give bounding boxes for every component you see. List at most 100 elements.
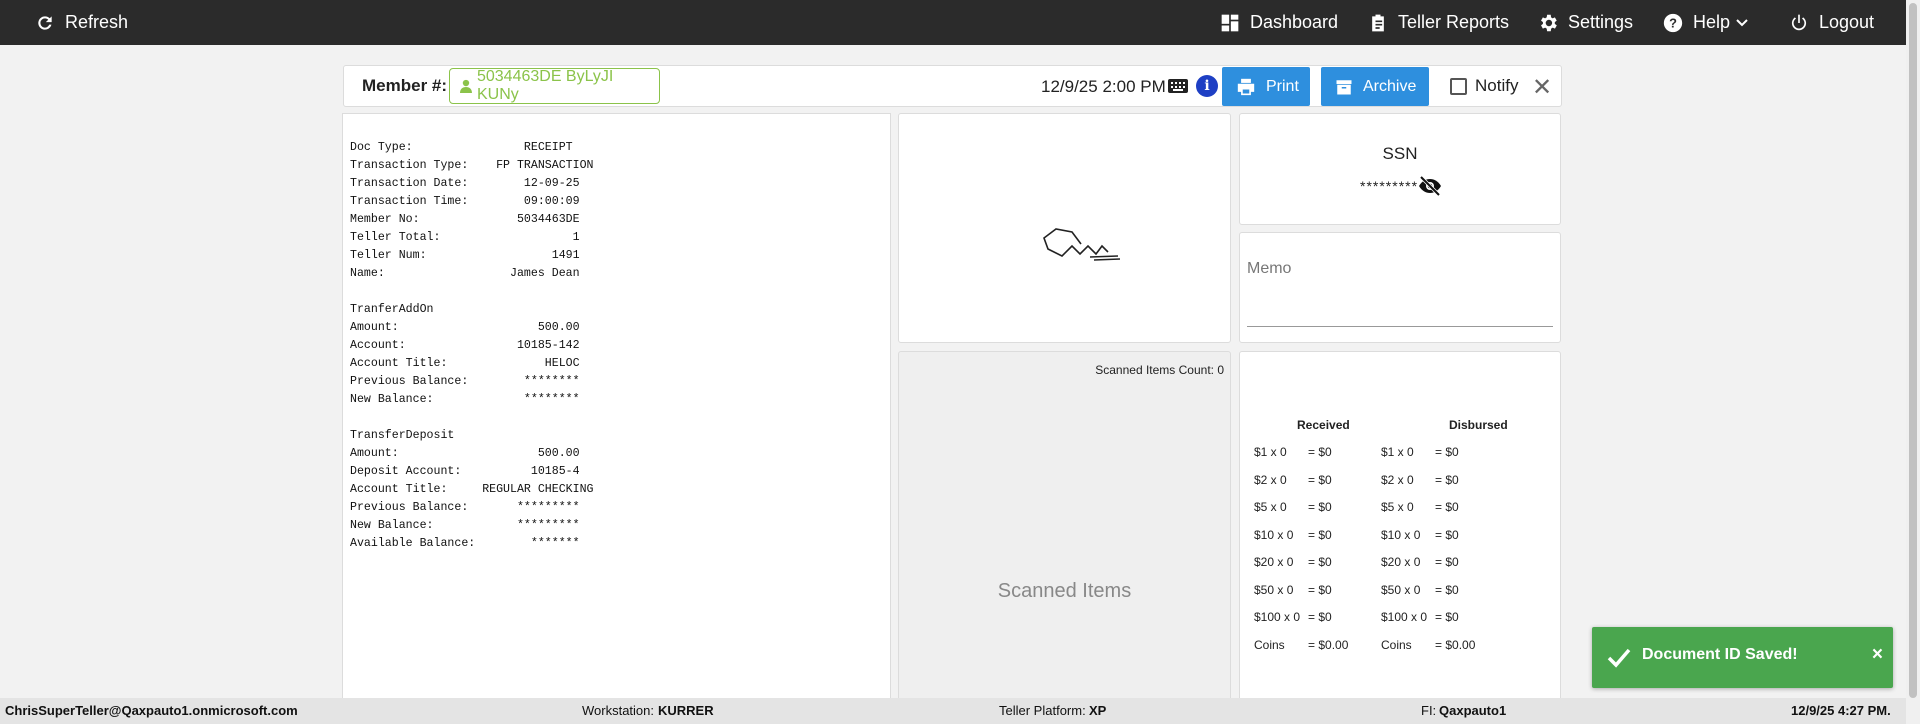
memo-panel: Memo: [1239, 232, 1561, 343]
memo-input[interactable]: [1247, 326, 1553, 327]
received-denomination: $50 x 0: [1254, 582, 1294, 597]
check-icon: [1607, 646, 1631, 673]
settings-label: Settings: [1568, 12, 1634, 32]
logout-label: Logout: [1819, 12, 1875, 32]
print-button[interactable]: Print: [1222, 67, 1310, 106]
received-amount: = $0: [1308, 472, 1332, 487]
disbursed-denomination: $50 x 0: [1381, 582, 1421, 597]
help-menu[interactable]: ? Help: [1661, 0, 1748, 45]
received-denomination: $10 x 0: [1254, 527, 1294, 542]
printer-icon: [1237, 78, 1255, 95]
dashboard-label: Dashboard: [1250, 12, 1339, 32]
archive-button[interactable]: Archive: [1321, 67, 1429, 106]
notify-checkbox[interactable]: Notify: [1450, 76, 1518, 96]
scanned-items-count: Scanned Items Count: 0: [1095, 363, 1224, 377]
workstation-label: Workstation:: [582, 703, 655, 718]
disbursed-amount: = $0: [1435, 610, 1459, 624]
received-amount: = $0: [1308, 445, 1332, 459]
archive-label: Archive: [1363, 77, 1417, 95]
received-denomination: $1 x 0: [1254, 445, 1287, 459]
logout-button[interactable]: Logout: [1787, 0, 1874, 45]
user-email: ChrisSuperTeller@Qaxpauto1.onmicrosoft.c…: [5, 703, 298, 718]
disbursed-denomination: $5 x 0: [1381, 500, 1414, 514]
disbursed-denomination: $100 x 0: [1381, 610, 1428, 624]
info-icon[interactable]: i: [1196, 75, 1218, 97]
checkbox[interactable]: [1450, 77, 1467, 95]
toast-notification: Document ID Saved! ×: [1592, 627, 1893, 688]
toast-message: Document ID Saved!: [1642, 646, 1798, 663]
disbursed-denomination: $20 x 0: [1381, 555, 1421, 569]
disbursed-denomination: $2 x 0: [1381, 472, 1414, 487]
signature-panel: [898, 113, 1231, 343]
disbursed-amount: = $0: [1435, 472, 1459, 487]
gear-icon: [1536, 11, 1560, 35]
refresh-label: Refresh: [65, 12, 129, 32]
eye-off-icon[interactable]: [1418, 175, 1442, 202]
refresh-button[interactable]: Refresh: [33, 0, 128, 45]
ssn-title: SSN: [1382, 144, 1418, 163]
received-amount: = $0: [1308, 500, 1332, 514]
member-header: Member #: 5034463DE ByLyJI KUNy 12/9/25 …: [343, 65, 1562, 107]
received-header: Received: [1297, 418, 1350, 432]
help-label: Help: [1693, 12, 1731, 32]
received-amount: = $0: [1308, 527, 1332, 542]
disbursed-amount: = $0: [1435, 582, 1459, 597]
top-navbar: Refresh Dashboard Teller Reports Setting…: [0, 0, 1920, 45]
status-datetime: 12/9/25 4:27 PM.: [1791, 703, 1891, 718]
received-amount: = $0: [1308, 555, 1332, 569]
disbursed-amount: = $0: [1435, 527, 1459, 542]
disbursed-denomination: $1 x 0: [1381, 445, 1414, 459]
teller-reports-label: Teller Reports: [1398, 12, 1510, 32]
scrollbar-thumb[interactable]: [1909, 3, 1917, 698]
platform-label: Teller Platform:: [999, 703, 1086, 718]
transaction-datetime: 12/9/25 2:00 PM: [1041, 77, 1166, 96]
ssn-masked-value: *********: [1360, 178, 1419, 194]
received-denomination: $20 x 0: [1254, 555, 1294, 569]
close-icon[interactable]: ✕: [1532, 73, 1552, 102]
svg-text:?: ?: [1669, 15, 1677, 30]
receipt-panel: Doc Type: RECEIPT Transaction Type: FP T…: [342, 113, 891, 703]
status-bar: ChrisSuperTeller@Qaxpauto1.onmicrosoft.c…: [0, 698, 1906, 724]
received-denomination: $5 x 0: [1254, 500, 1287, 514]
power-icon: [1787, 11, 1811, 35]
signature-image: [1043, 228, 1121, 261]
member-chip[interactable]: 5034463DE ByLyJI KUNy: [449, 68, 660, 104]
scanned-items-panel: Scanned Items Count: 0 Scanned Items: [898, 351, 1231, 711]
receipt-text: Doc Type: RECEIPT Transaction Type: FP T…: [350, 141, 594, 550]
settings-nav[interactable]: Settings: [1536, 0, 1633, 45]
memo-label: Memo: [1247, 260, 1292, 277]
keyboard-icon[interactable]: [1167, 77, 1189, 95]
dashboard-nav[interactable]: Dashboard: [1218, 0, 1338, 45]
disbursed-denomination: Coins: [1381, 637, 1412, 652]
disbursed-amount: = $0: [1435, 500, 1459, 514]
dashboard-icon: [1218, 11, 1242, 35]
disbursed-denomination: $10 x 0: [1381, 527, 1421, 542]
disbursed-amount: = $0: [1435, 445, 1459, 459]
received-amount: = $0.00: [1308, 637, 1349, 652]
fi-label: FI:: [1421, 703, 1437, 718]
received-denomination: Coins: [1254, 637, 1285, 652]
received-denomination: $2 x 0: [1254, 472, 1287, 487]
vertical-scrollbar[interactable]: [1906, 0, 1920, 724]
platform-value: XP: [1089, 703, 1107, 718]
print-label: Print: [1266, 77, 1299, 95]
archive-icon: [1336, 79, 1352, 94]
disbursed-amount: = $0.00: [1435, 637, 1476, 652]
fi-value: Qaxpauto1: [1439, 703, 1507, 718]
scanned-items-placeholder: Scanned Items: [997, 580, 1132, 602]
received-denomination: $100 x 0: [1254, 610, 1301, 624]
notify-label: Notify: [1475, 76, 1519, 95]
member-label: Member #:: [362, 76, 448, 95]
received-amount: = $0: [1308, 610, 1332, 624]
clipboard-icon: [1366, 11, 1390, 35]
toast-close-button[interactable]: ×: [1872, 644, 1883, 666]
help-icon: ?: [1661, 11, 1685, 35]
cash-breakdown-panel: Received Disbursed $1 x 0 = $0 $2 x 0 = $0 $…: [1239, 351, 1561, 711]
ssn-panel: SSN *********: [1239, 113, 1561, 225]
disbursed-header: Disbursed: [1449, 418, 1508, 432]
chevron-down-icon: [1736, 18, 1748, 28]
member-number: 5034463DE ByLyJI KUNy: [476, 68, 614, 103]
disbursed-amount: = $0: [1435, 555, 1459, 569]
teller-reports-nav[interactable]: Teller Reports: [1366, 0, 1509, 45]
workstation-value: KURRER: [658, 703, 714, 718]
